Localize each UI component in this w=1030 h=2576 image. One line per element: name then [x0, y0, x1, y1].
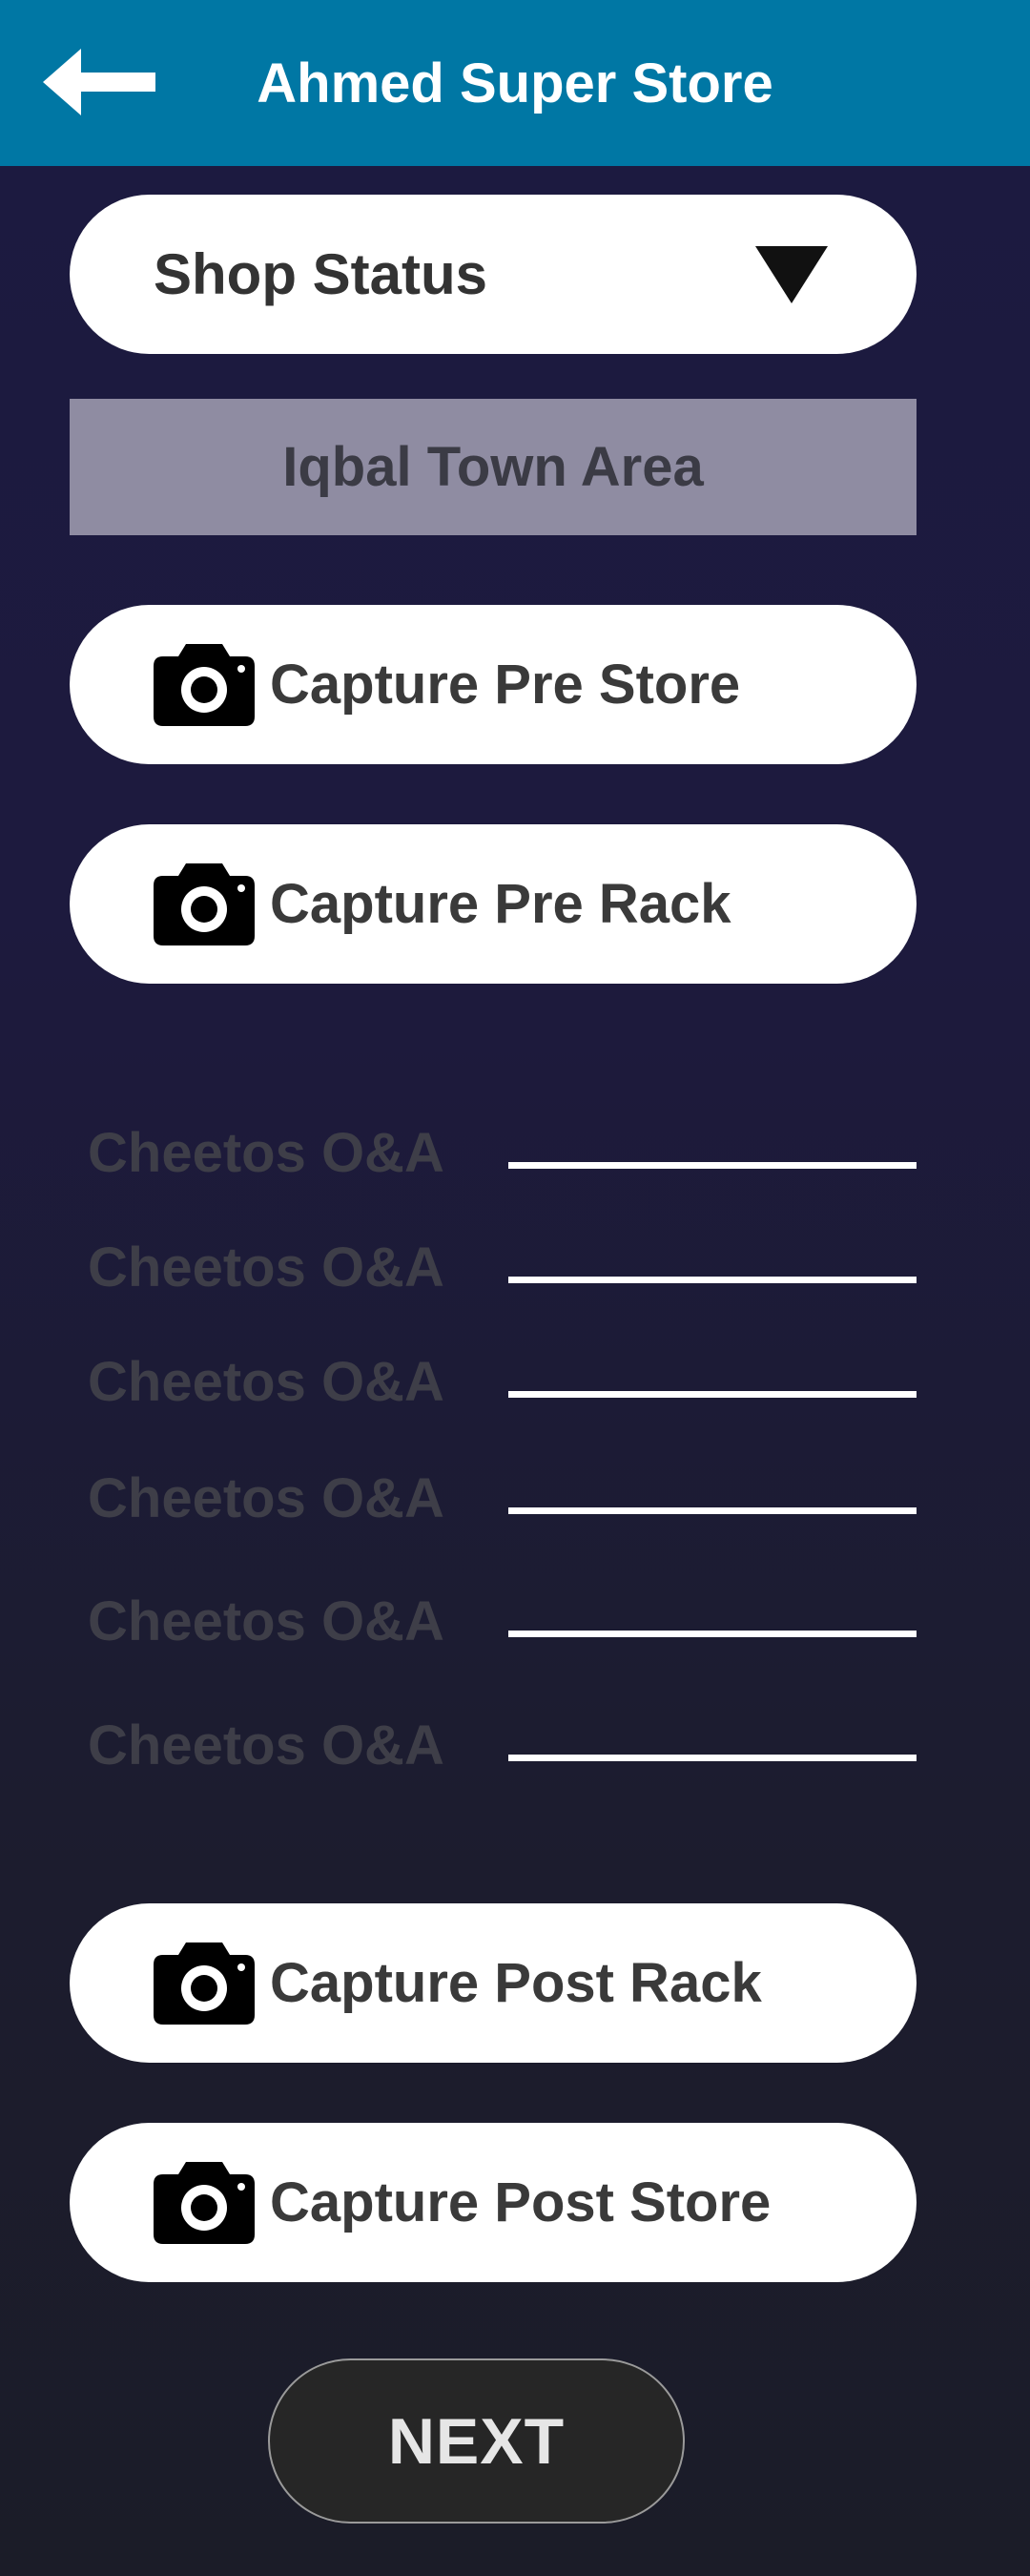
- product-field-label: Cheetos O&A: [88, 1467, 444, 1529]
- camera-icon: [154, 643, 255, 726]
- capture-post-store-label: Capture Post Store: [270, 2171, 772, 2233]
- product-field-label: Cheetos O&A: [88, 1236, 444, 1298]
- product-field-row: Cheetos O&A: [88, 1584, 917, 1660]
- capture-post-store-button[interactable]: Capture Post Store: [70, 2123, 917, 2282]
- area-label: Iqbal Town Area: [282, 436, 704, 498]
- caret-down-icon: [755, 245, 828, 303]
- product-quantity-input[interactable]: [508, 1631, 917, 1637]
- capture-pre-rack-button[interactable]: Capture Pre Rack: [70, 824, 917, 984]
- product-quantity-input[interactable]: [508, 1755, 917, 1761]
- app-bar: Ahmed Super Store: [0, 0, 1030, 166]
- next-button-label: NEXT: [387, 2404, 566, 2478]
- shop-status-dropdown[interactable]: Shop Status: [70, 195, 917, 354]
- product-field-row: Cheetos O&A: [88, 1115, 917, 1192]
- next-button[interactable]: NEXT: [268, 2358, 685, 2524]
- capture-pre-rack-label: Capture Pre Rack: [270, 873, 731, 935]
- product-field-label: Cheetos O&A: [88, 1590, 444, 1652]
- camera-icon: [154, 862, 255, 945]
- back-button[interactable]: [29, 34, 172, 130]
- product-quantity-input[interactable]: [508, 1277, 917, 1283]
- product-field-label: Cheetos O&A: [88, 1122, 444, 1184]
- area-banner: Iqbal Town Area: [70, 399, 917, 535]
- product-quantity-input[interactable]: [508, 1162, 917, 1169]
- capture-pre-store-button[interactable]: Capture Pre Store: [70, 605, 917, 764]
- product-field-row: Cheetos O&A: [88, 1708, 917, 1784]
- product-field-row: Cheetos O&A: [88, 1344, 917, 1421]
- capture-post-rack-label: Capture Post Rack: [270, 1952, 762, 2014]
- back-arrow-icon: [43, 49, 155, 115]
- camera-icon: [154, 2161, 255, 2244]
- product-field-label: Cheetos O&A: [88, 1714, 444, 1776]
- product-field-row: Cheetos O&A: [88, 1230, 917, 1306]
- capture-post-rack-button[interactable]: Capture Post Rack: [70, 1903, 917, 2063]
- product-field-row: Cheetos O&A: [88, 1461, 917, 1537]
- capture-pre-store-label: Capture Pre Store: [270, 654, 741, 716]
- shop-status-label: Shop Status: [154, 242, 488, 306]
- camera-icon: [154, 1942, 255, 2025]
- product-quantity-input[interactable]: [508, 1507, 917, 1514]
- page-title: Ahmed Super Store: [257, 52, 773, 114]
- product-field-label: Cheetos O&A: [88, 1351, 444, 1413]
- product-quantity-input[interactable]: [508, 1391, 917, 1398]
